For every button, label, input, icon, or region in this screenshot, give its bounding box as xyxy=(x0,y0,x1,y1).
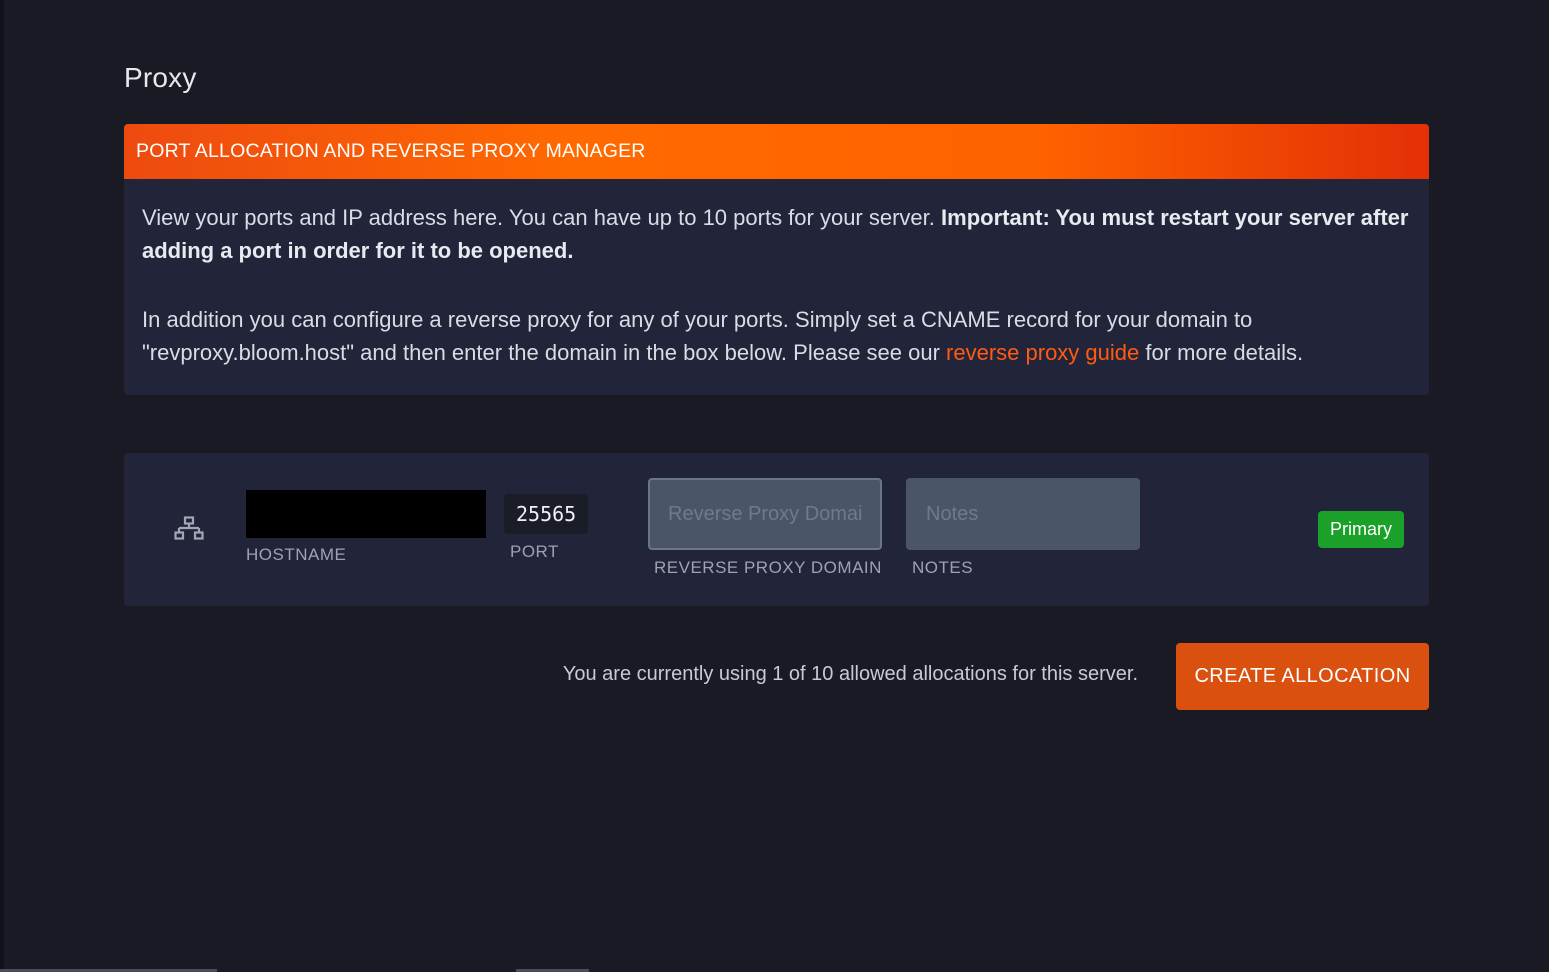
info-paragraph-proxy: In addition you can configure a reverse … xyxy=(142,303,1411,369)
notes-field: NOTES xyxy=(906,478,1140,578)
reverse-proxy-domain-input[interactable] xyxy=(648,478,882,550)
notes-label: NOTES xyxy=(912,558,974,577)
info-proxy-text-end: for more details. xyxy=(1139,340,1304,365)
reverse-proxy-field: REVERSE PROXY DOMAIN xyxy=(648,478,882,578)
primary-badge: Primary xyxy=(1318,511,1404,548)
allocation-footer: You are currently using 1 of 10 allowed … xyxy=(124,643,1429,710)
info-panel-body: View your ports and IP address here. You… xyxy=(124,179,1429,395)
port-field: 25565 PORT xyxy=(504,494,589,562)
page-title: Proxy xyxy=(124,62,197,93)
info-ports-text: View your ports and IP address here. You… xyxy=(142,205,942,230)
port-label: PORT xyxy=(510,542,559,561)
create-allocation-button[interactable]: CREATE ALLOCATION xyxy=(1176,643,1429,710)
reverse-proxy-domain-label: REVERSE PROXY DOMAIN xyxy=(654,558,882,577)
network-icon xyxy=(174,516,204,540)
port-value: 25565 xyxy=(504,494,589,534)
hostname-label: HOSTNAME xyxy=(246,545,347,564)
hostname-field: HOSTNAME xyxy=(246,490,486,565)
info-paragraph-ports: View your ports and IP address here. You… xyxy=(142,201,1411,267)
info-panel-header: PORT ALLOCATION AND REVERSE PROXY MANAGE… xyxy=(124,124,1429,179)
reverse-proxy-guide-link[interactable]: reverse proxy guide xyxy=(946,340,1139,365)
hostname-redacted xyxy=(246,490,486,538)
allocation-row: HOSTNAME 25565 PORT REVERSE PROXY DOMAIN… xyxy=(124,453,1429,606)
allocation-usage-text: You are currently using 1 of 10 allowed … xyxy=(562,663,1138,685)
info-panel: PORT ALLOCATION AND REVERSE PROXY MANAGE… xyxy=(124,124,1429,395)
notes-input[interactable] xyxy=(906,478,1140,550)
window-edge xyxy=(0,0,4,972)
